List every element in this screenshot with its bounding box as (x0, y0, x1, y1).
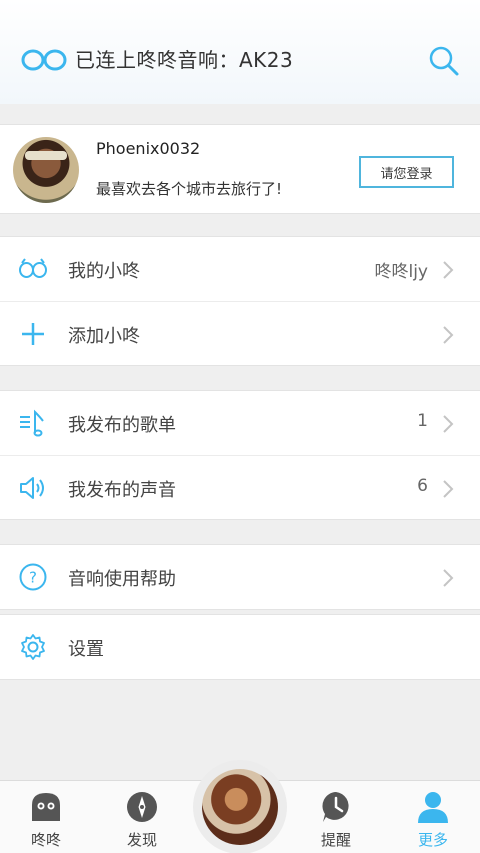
chevron-right-icon (443, 569, 454, 587)
help-label: 音响使用帮助 (68, 569, 176, 590)
tab-dongdong[interactable]: 咚咚 (11, 781, 81, 853)
my-playlists-label: 我发布的歌单 (68, 415, 176, 436)
tab-label: 提醒 (320, 831, 351, 849)
tab-label: 发现 (126, 831, 157, 849)
device-group: 我的小咚 咚咚ljy 添加小咚 (0, 236, 480, 366)
login-button[interactable]: 请您登录 (359, 156, 454, 188)
speaker-icon (20, 477, 44, 499)
my-device-value: 咚咚ljy (374, 262, 428, 282)
plus-icon (22, 323, 44, 345)
profile-bio: 最喜欢去各个城市去旅行了! (96, 180, 283, 198)
my-device-label: 我的小咚 (68, 261, 140, 282)
tab-discover[interactable]: 发现 (107, 781, 177, 853)
avatar[interactable] (13, 137, 79, 203)
now-playing-disc (202, 769, 278, 845)
help-row[interactable]: ? 音响使用帮助 (0, 545, 480, 609)
infinity-icon (19, 258, 47, 278)
chevron-right-icon (443, 261, 454, 279)
publish-group: 我发布的歌单 1 我发布的声音 6 (0, 390, 480, 520)
gear-icon (21, 634, 45, 660)
tab-label: 更多 (417, 831, 448, 849)
tab-label: 咚咚 (30, 831, 61, 849)
settings-group: 设置 (0, 614, 480, 680)
search-icon[interactable] (428, 45, 460, 77)
profile-card: Phoenix0032 最喜欢去各个城市去旅行了! 请您登录 (0, 124, 480, 214)
tab-more[interactable]: 更多 (398, 781, 468, 853)
my-sounds-count: 6 (417, 476, 428, 496)
help-group: ? 音响使用帮助 (0, 544, 480, 610)
help-icon: ? (19, 563, 47, 591)
my-sounds-label: 我发布的声音 (68, 480, 176, 501)
music-note-icon (20, 409, 44, 437)
my-playlists-count: 1 (417, 411, 428, 431)
tab-reminder[interactable]: 提醒 (301, 781, 371, 853)
chevron-right-icon (443, 480, 454, 498)
now-playing-button[interactable] (193, 760, 287, 853)
chevron-right-icon (443, 415, 454, 433)
connection-title: 已连上咚咚音响：AK23 (75, 48, 294, 72)
settings-row[interactable]: 设置 (0, 615, 480, 679)
user-icon (418, 792, 448, 823)
add-device-label: 添加小咚 (68, 326, 140, 347)
svg-text:?: ? (29, 569, 37, 587)
my-playlists-row[interactable]: 我发布的歌单 1 (0, 391, 480, 455)
ghost-icon (32, 793, 60, 821)
chevron-right-icon (443, 326, 454, 344)
settings-label: 设置 (68, 639, 104, 660)
clock-icon (322, 792, 349, 822)
my-device-row[interactable]: 我的小咚 咚咚ljy (0, 237, 480, 301)
profile-name: Phoenix0032 (96, 139, 201, 158)
compass-icon (127, 792, 157, 822)
infinity-icon (21, 49, 67, 71)
my-sounds-row[interactable]: 我发布的声音 6 (0, 455, 480, 519)
add-device-row[interactable]: 添加小咚 (0, 301, 480, 365)
top-header: 已连上咚咚音响：AK23 (0, 0, 480, 104)
